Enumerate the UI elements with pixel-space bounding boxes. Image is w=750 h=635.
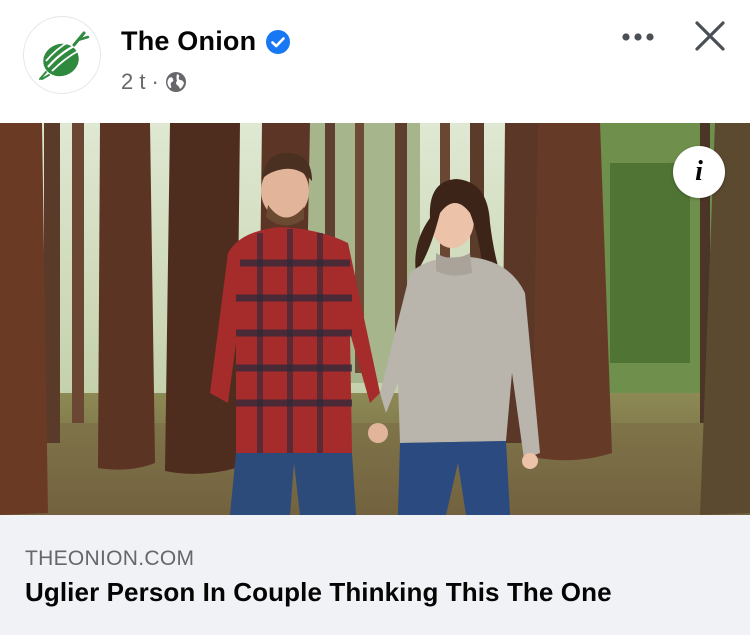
info-button[interactable]: i (673, 146, 725, 198)
article-photo[interactable] (0, 123, 750, 515)
page-name[interactable]: The Onion (121, 26, 256, 57)
post-time[interactable]: 2 t (121, 69, 145, 95)
onion-logo-icon (39, 31, 90, 80)
post-meta: 2 t · (121, 69, 187, 95)
link-headline: Uglier Person In Couple Thinking This Th… (25, 577, 612, 607)
page-avatar[interactable] (23, 16, 101, 94)
post-header: The Onion 2 t · (0, 0, 750, 123)
info-icon: i (695, 156, 703, 187)
more-horizontal-icon (622, 33, 654, 41)
close-icon (695, 21, 725, 51)
couple-in-forest-image (0, 123, 750, 515)
link-preview[interactable]: THEONION.COM Uglier Person In Couple Thi… (0, 515, 750, 635)
more-options-button[interactable] (616, 22, 660, 52)
page-name-row: The Onion (121, 26, 291, 57)
meta-separator: · (151, 69, 159, 94)
link-domain: THEONION.COM (25, 547, 195, 570)
globe-icon (165, 72, 186, 92)
verified-badge-icon (266, 29, 291, 54)
close-button[interactable] (688, 14, 732, 58)
